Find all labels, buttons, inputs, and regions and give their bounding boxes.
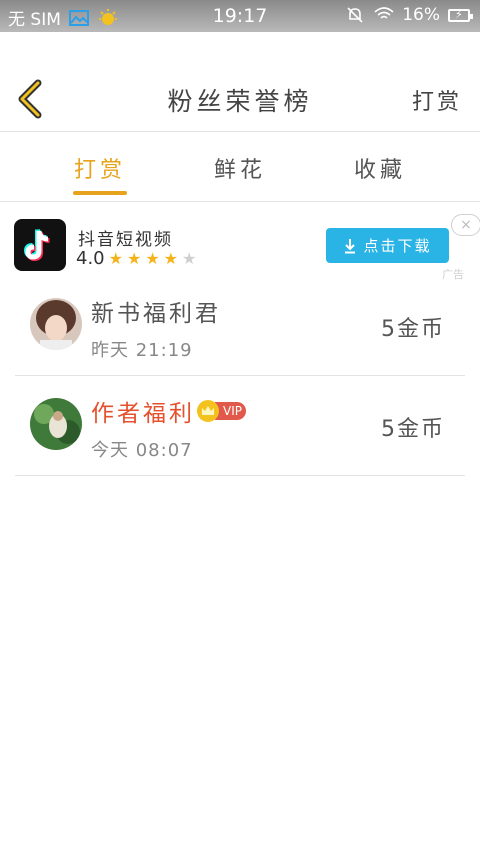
tab-bar: 打赏 鲜花 收藏: [0, 132, 480, 202]
crown-icon: [197, 400, 219, 422]
status-right: 16% ⚡: [346, 5, 473, 25]
ad-download-label: 点击下载: [363, 237, 432, 255]
ad-rating-value: 4.0: [76, 248, 105, 269]
timestamp: 昨天 21:19: [91, 340, 193, 361]
reward-button[interactable]: 打赏: [412, 84, 462, 116]
mute-icon: [346, 6, 366, 24]
coin-amount: 5金币: [381, 317, 445, 342]
user-name: 新书福利君: [91, 301, 221, 327]
ad-banner[interactable]: 抖音短视频 4.0 ★ ★ ★ ★ ★ 点击下载 ×: [0, 203, 480, 281]
star-icon: ★: [145, 248, 160, 268]
tab-indicator: [73, 191, 127, 195]
vip-badge: VIP: [215, 402, 246, 420]
timestamp: 今天 08:07: [91, 440, 193, 461]
close-icon: ×: [460, 217, 472, 233]
star-icon: ★: [163, 248, 179, 268]
wifi-icon: [374, 6, 394, 24]
ad-app-name: 抖音短视频: [78, 230, 173, 250]
header: 粉丝荣誉榜 打赏: [0, 32, 480, 132]
star-icon: ★: [108, 248, 123, 268]
star-icon: ★: [126, 248, 142, 268]
page-title: 粉丝荣誉榜: [167, 87, 313, 116]
battery-percent: 16%: [402, 5, 440, 25]
tab-flowers[interactable]: 鲜花: [190, 152, 290, 184]
ad-download-button[interactable]: 点击下载: [326, 228, 449, 263]
tab-reward[interactable]: 打赏: [50, 152, 150, 184]
download-icon: [345, 238, 356, 253]
battery-icon: ⚡: [448, 8, 473, 22]
avatar: [30, 398, 82, 450]
ad-rating: 4.0 ★ ★ ★ ★ ★: [76, 248, 196, 269]
status-bar: 无 SIM 19:17 16% ⚡: [0, 0, 480, 32]
avatar: [30, 298, 82, 350]
star-empty-icon: ★: [182, 248, 197, 268]
list-item[interactable]: 新书福利君 昨天 21:19 5金币: [15, 276, 465, 376]
ad-close-button[interactable]: ×: [451, 214, 480, 236]
user-name: 作者福利: [91, 401, 195, 427]
coin-amount: 5金币: [381, 417, 445, 442]
tiktok-logo-icon: [14, 219, 66, 271]
user-name-row: 作者福利 VIP: [91, 394, 246, 428]
list-item[interactable]: 作者福利 VIP 今天 08:07 5金币: [15, 376, 465, 476]
tab-favorites[interactable]: 收藏: [330, 152, 430, 184]
